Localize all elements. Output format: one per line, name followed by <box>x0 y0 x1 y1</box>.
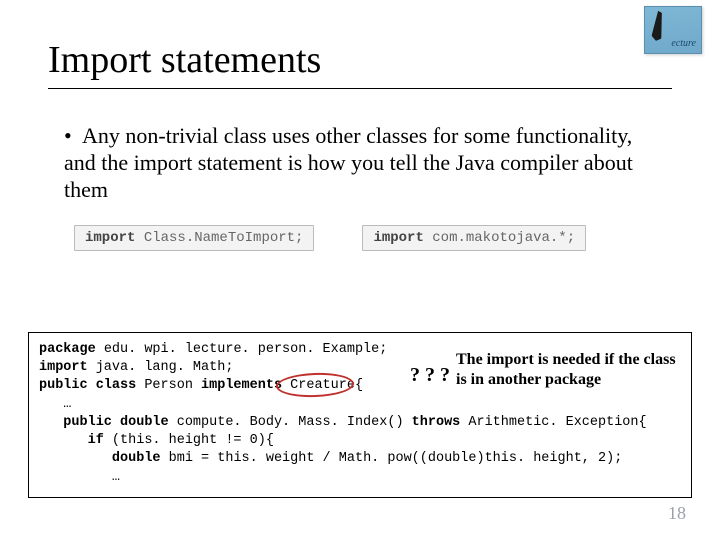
code-l8: … <box>39 470 120 485</box>
kw-import: import <box>39 360 88 375</box>
snippet1-rest: Class.NameToImport; <box>135 230 303 246</box>
kw-import: import <box>373 230 423 246</box>
code-l6: (this. height != 0){ <box>104 433 274 448</box>
code-l4: … <box>39 397 71 412</box>
question-marks: ? ? ? <box>410 364 450 387</box>
creature-text: Creature <box>282 378 355 393</box>
code-l3a: Person <box>136 378 201 393</box>
bullet-paragraph: •Any non-trivial class uses other classe… <box>0 89 720 203</box>
code-l7: bmi = this. weight / Math. pow((double)t… <box>161 451 623 466</box>
kw-package: package <box>39 342 96 357</box>
slide-title: Import statements <box>0 0 720 88</box>
kw-implements: implements <box>201 378 282 393</box>
kw-public-double: public double <box>39 415 169 430</box>
kw-import: import <box>85 230 135 246</box>
kw-if: if <box>39 433 104 448</box>
code-l5a: compute. Body. Mass. Index() <box>169 415 412 430</box>
bullet-text: Any non-trivial class uses other classes… <box>64 123 633 202</box>
code-l1: edu. wpi. lecture. person. Example; <box>96 342 388 357</box>
import-note: The import is needed if the class is in … <box>456 350 688 390</box>
code-l3b: { <box>355 378 363 393</box>
logo-text: ecture <box>671 38 696 49</box>
import-snippet-generic: import Class.NameToImport; <box>74 225 314 251</box>
snippet2-rest: com.makotojava.*; <box>424 230 575 246</box>
kw-double: double <box>39 451 161 466</box>
lecture-logo: ecture <box>644 6 702 54</box>
code-l2: java. lang. Math; <box>88 360 234 375</box>
circled-creature: Creature <box>282 377 355 395</box>
bullet-dot: • <box>64 123 82 150</box>
page-number: 18 <box>668 503 686 524</box>
import-snippet-wildcard: import com.makotojava.*; <box>362 225 586 251</box>
kw-public-class: public class <box>39 378 136 393</box>
kw-throws: throws <box>412 415 461 430</box>
code-l5b: Arithmetic. Exception{ <box>460 415 646 430</box>
snippet-row: import Class.NameToImport; import com.ma… <box>0 203 720 251</box>
